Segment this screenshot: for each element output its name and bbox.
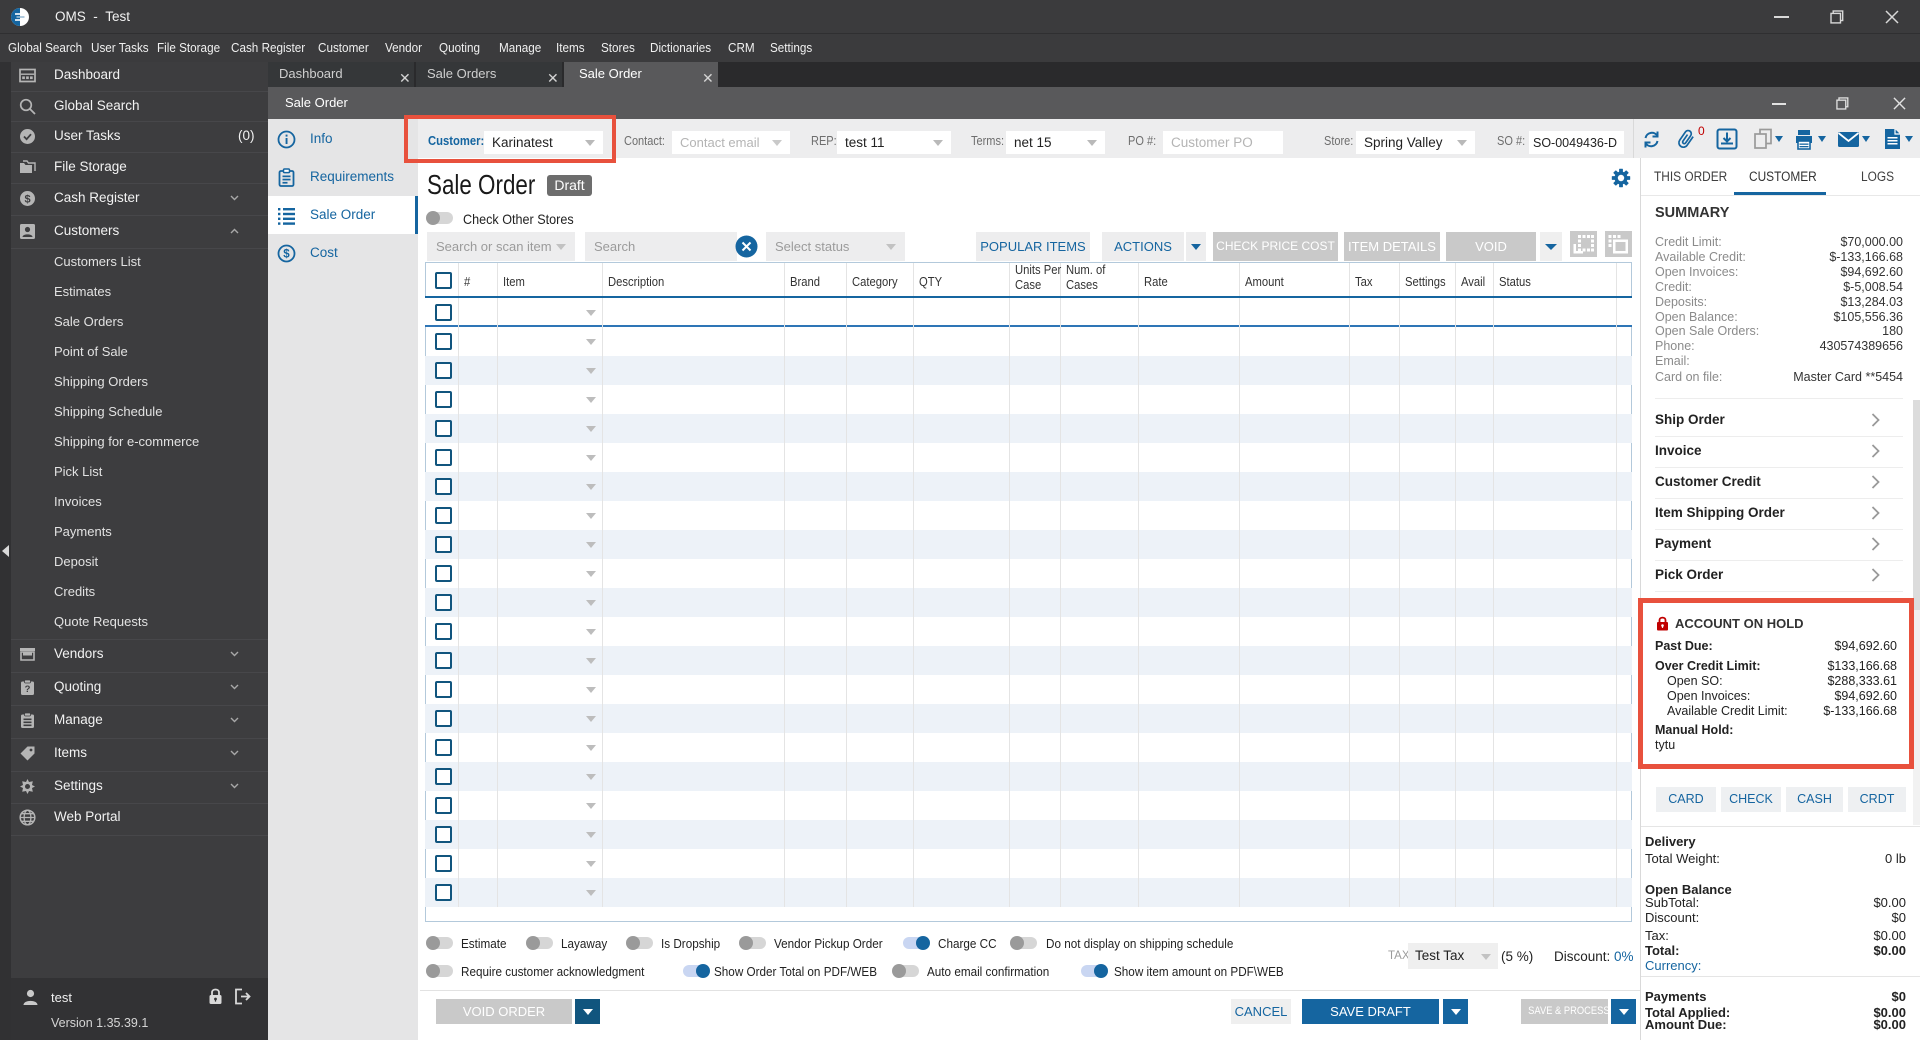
svg-text:$: $ <box>24 193 30 205</box>
svg-text:?: ? <box>25 684 31 695</box>
svg-text:$: $ <box>283 249 290 261</box>
